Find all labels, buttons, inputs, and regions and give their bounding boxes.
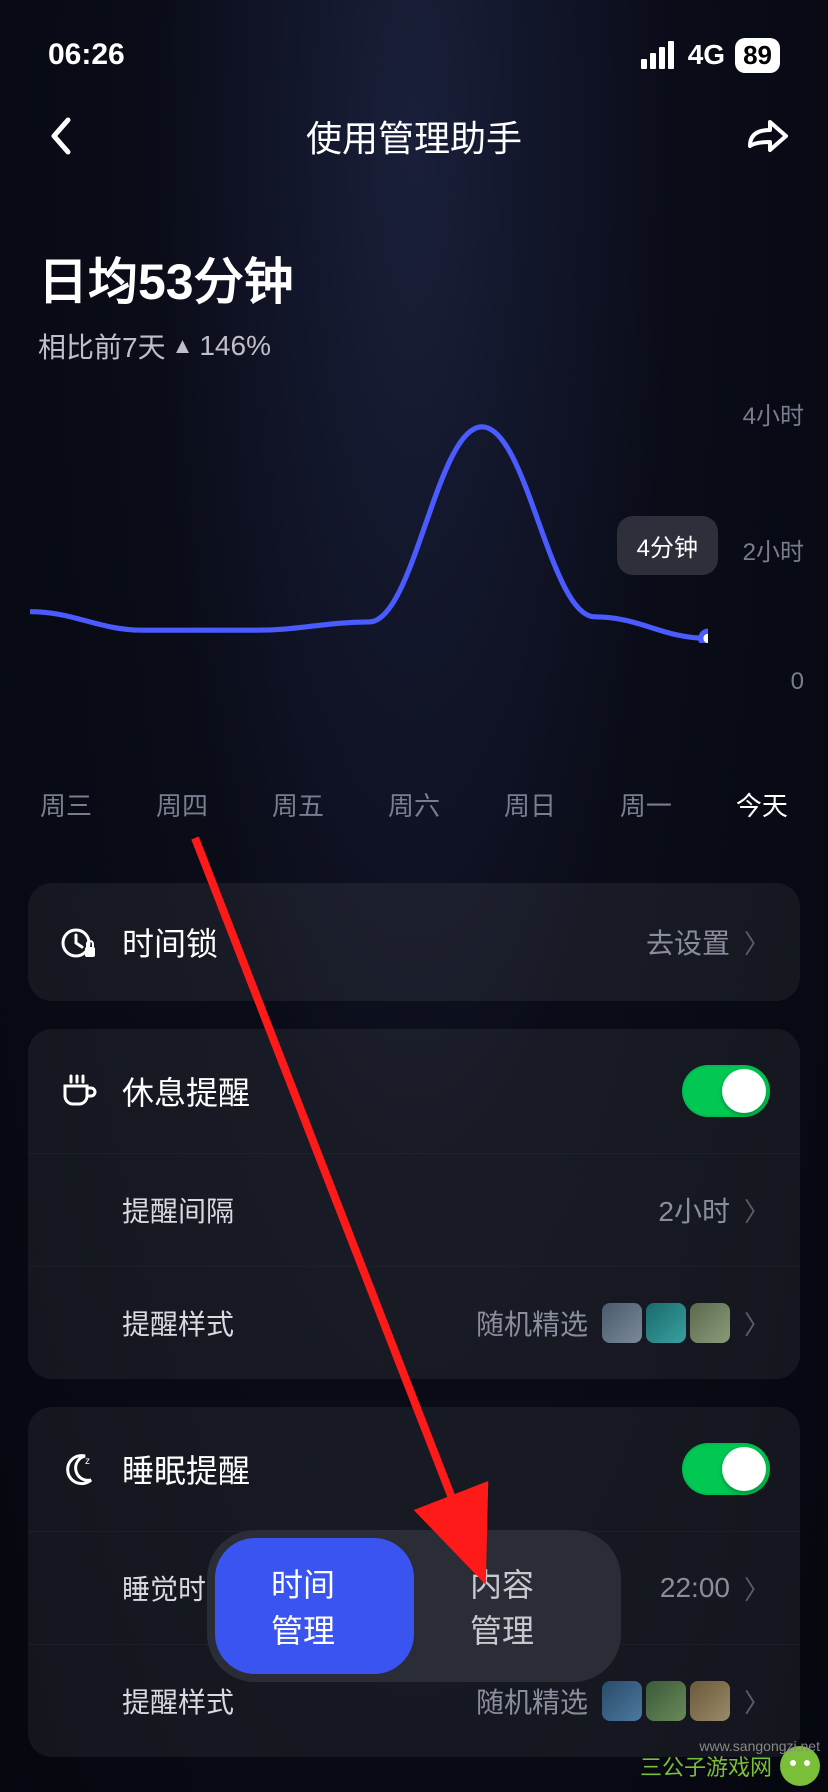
watermark-text: 三公子游戏网 — [640, 1750, 772, 1782]
sleep-reminder-label: 睡眠提醒 — [122, 1446, 250, 1492]
timer-lock-icon — [58, 922, 98, 962]
time-lock-row[interactable]: 时间锁 去设置 〉 — [28, 883, 800, 1001]
back-button[interactable] — [36, 112, 84, 160]
share-icon — [746, 116, 790, 156]
rest-reminder-row: 休息提醒 — [28, 1029, 800, 1153]
status-bar: 06:26 4G 89 — [0, 0, 828, 90]
x-tick: 周三 — [40, 786, 92, 823]
usage-chart[interactable]: 4小时 2小时 0 4分钟 — [0, 396, 828, 756]
rest-reminder-toggle[interactable] — [682, 1065, 770, 1117]
style-thumbnails — [602, 1681, 730, 1721]
reminder-interval-row[interactable]: 提醒间隔 2小时 〉 — [28, 1153, 800, 1266]
trend-prefix: 相比前7天 — [38, 326, 166, 366]
x-axis: 周三 周四 周五 周六 周日 周一 今天 — [0, 756, 828, 823]
reminder-style-row[interactable]: 提醒样式 随机精选 〉 — [28, 1266, 800, 1379]
chevron-right-icon: 〉 — [744, 1305, 770, 1342]
x-tick: 周六 — [388, 786, 440, 823]
rest-reminder-card: 休息提醒 提醒间隔 2小时 〉 提醒样式 随机精选 〉 — [28, 1029, 800, 1379]
x-tick: 周四 — [156, 786, 208, 823]
style-thumbnails — [602, 1303, 730, 1343]
svg-text:z: z — [85, 1456, 90, 1467]
coffee-icon — [58, 1071, 98, 1111]
rest-reminder-label: 休息提醒 — [122, 1068, 250, 1114]
page-title: 使用管理助手 — [306, 110, 522, 162]
x-tick: 周一 — [620, 786, 672, 823]
up-arrow-icon: ▲ — [172, 333, 194, 359]
interval-label: 提醒间隔 — [122, 1190, 234, 1230]
status-time: 06:26 — [48, 38, 125, 72]
sleep-reminder-row: z 睡眠提醒 — [28, 1407, 800, 1531]
network-label: 4G — [688, 39, 725, 71]
chevron-right-icon: 〉 — [744, 1570, 770, 1607]
style-value: 随机精选 — [476, 1303, 588, 1343]
sleep-time-value: 22:00 — [660, 1572, 730, 1604]
status-right: 4G 89 — [641, 38, 780, 73]
interval-value: 2小时 — [658, 1190, 730, 1230]
time-lock-card: 时间锁 去设置 〉 — [28, 883, 800, 1001]
x-tick: 周五 — [272, 786, 324, 823]
sleep-style-value: 随机精选 — [476, 1681, 588, 1721]
time-lock-action: 去设置 — [646, 922, 730, 962]
time-lock-label: 时间锁 — [122, 919, 218, 965]
sleep-style-label: 提醒样式 — [122, 1681, 234, 1721]
tab-time-management[interactable]: 时间管理 — [215, 1538, 414, 1674]
style-label: 提醒样式 — [122, 1303, 234, 1343]
moon-icon: z — [58, 1449, 98, 1489]
share-button[interactable] — [744, 112, 792, 160]
trend-line: 相比前7天 ▲ 146% — [38, 326, 790, 366]
x-tick: 周日 — [504, 786, 556, 823]
x-tick-active: 今天 — [736, 786, 788, 823]
signal-icon — [641, 41, 674, 69]
sleep-reminder-toggle[interactable] — [682, 1443, 770, 1495]
header: 使用管理助手 — [0, 90, 828, 172]
chevron-right-icon: 〉 — [744, 1192, 770, 1229]
y-axis-labels: 4小时 2小时 0 — [743, 396, 804, 696]
avg-usage: 日均53分钟 — [38, 242, 790, 314]
trend-value: 146% — [199, 330, 271, 362]
summary-block: 日均53分钟 相比前7天 ▲ 146% — [0, 172, 828, 376]
tab-content-management[interactable]: 内容管理 — [414, 1538, 613, 1674]
chevron-left-icon — [48, 116, 72, 156]
chart-svg — [30, 396, 708, 643]
bottom-tab-bar: 时间管理 内容管理 — [207, 1530, 621, 1682]
battery-indicator: 89 — [735, 38, 780, 73]
chevron-right-icon: 〉 — [744, 924, 770, 961]
chart-tooltip: 4分钟 — [617, 516, 718, 575]
watermark-url: www.sangongzi.net — [699, 1738, 820, 1754]
chevron-right-icon: 〉 — [744, 1683, 770, 1720]
